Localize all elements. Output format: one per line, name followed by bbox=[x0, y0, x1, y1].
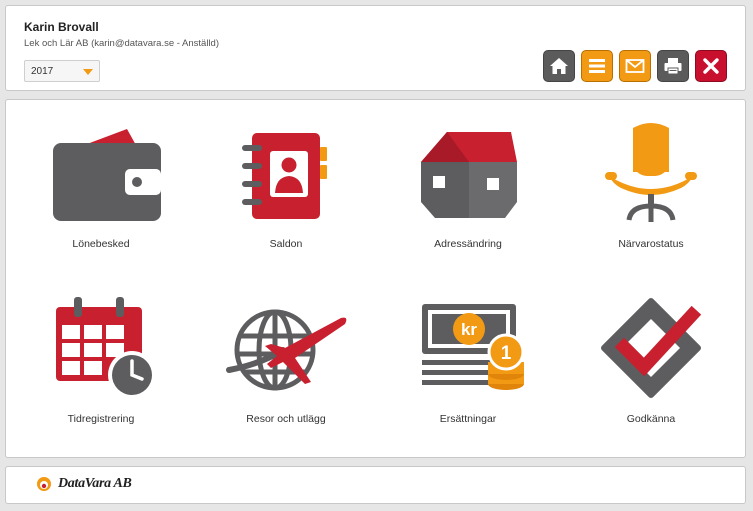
tile-label: Adressändring bbox=[434, 238, 502, 250]
wallet-icon bbox=[53, 129, 161, 221]
tile-lonebesked[interactable]: Lönebesked bbox=[16, 118, 186, 250]
print-button[interactable] bbox=[657, 50, 689, 82]
tile-label: Ersättningar bbox=[439, 413, 497, 425]
toolbar bbox=[543, 50, 727, 82]
footer-panel: DataVara AB bbox=[5, 466, 746, 504]
house-icon bbox=[421, 132, 517, 218]
tile-label: Saldon bbox=[269, 238, 303, 250]
logo-text: DataVara AB bbox=[58, 476, 132, 491]
checkmark-icon bbox=[601, 298, 702, 398]
company-logo: DataVara AB bbox=[36, 476, 132, 492]
chevron-down-icon bbox=[83, 69, 93, 75]
tile-label: Resor och utlägg bbox=[246, 413, 326, 425]
printer-icon bbox=[664, 58, 682, 75]
flame-logo-icon bbox=[37, 477, 51, 491]
header-panel: Karin Brovall Lek och Lär AB (karin@data… bbox=[5, 5, 746, 91]
office-chair-icon bbox=[605, 123, 697, 222]
home-icon bbox=[550, 58, 568, 74]
tile-label: Lönebesked bbox=[72, 238, 130, 250]
address-book-icon bbox=[242, 133, 327, 219]
tile-label: Tidregistrering bbox=[67, 413, 135, 425]
user-name: Karin Brovall bbox=[24, 20, 99, 34]
tile-label: Godkänna bbox=[626, 413, 676, 425]
close-button[interactable] bbox=[695, 50, 727, 82]
tile-godkanna[interactable]: Godkänna bbox=[566, 293, 736, 425]
mail-button[interactable] bbox=[619, 50, 651, 82]
year-select[interactable]: 2017 bbox=[24, 60, 100, 82]
tile-adressandring[interactable]: Adressändring bbox=[383, 118, 553, 250]
tile-saldon[interactable]: Saldon bbox=[201, 118, 371, 250]
tile-resor-och-utlagg[interactable]: Resor och utlägg bbox=[201, 293, 371, 425]
main-panel: Lönebesked Saldon Adressändring Närvaros… bbox=[5, 99, 746, 458]
menu-button[interactable] bbox=[581, 50, 613, 82]
calendar-clock-icon bbox=[56, 297, 156, 399]
user-info: Lek och Lär AB (karin@datavara.se - Anst… bbox=[24, 38, 219, 49]
globe-airplane-icon bbox=[226, 309, 347, 391]
tile-tidregistrering[interactable]: Tidregistrering bbox=[16, 293, 186, 425]
money-coins-icon: kr 1 bbox=[422, 304, 525, 390]
coin-value: 1 bbox=[501, 343, 512, 364]
mail-icon bbox=[625, 59, 645, 73]
home-button[interactable] bbox=[543, 50, 575, 82]
tile-ersattningar[interactable]: kr 1 Ersättningar bbox=[383, 293, 553, 425]
year-select-value: 2017 bbox=[31, 66, 54, 77]
menu-icon bbox=[589, 59, 605, 73]
currency-symbol: kr bbox=[461, 320, 477, 339]
tile-label: Närvarostatus bbox=[618, 238, 684, 250]
close-icon bbox=[703, 58, 719, 74]
tile-narvarostatus[interactable]: Närvarostatus bbox=[566, 118, 736, 250]
